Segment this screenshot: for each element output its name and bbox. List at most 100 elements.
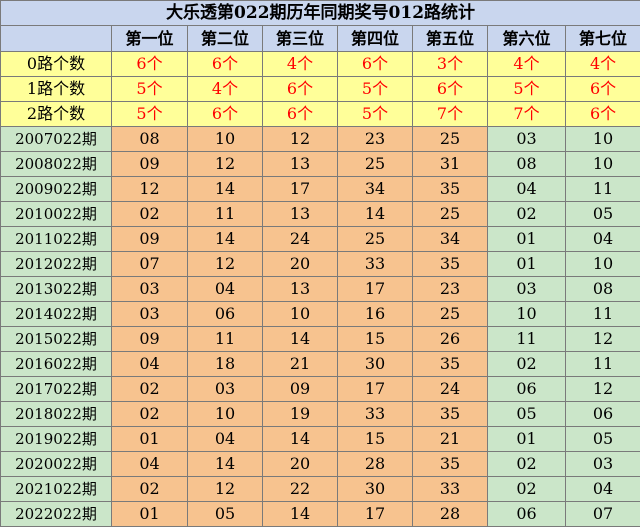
front-number-cell: 35: [413, 252, 488, 277]
front-number-cell: 15: [338, 327, 413, 352]
front-number-cell: 04: [188, 427, 263, 452]
stat-row-label: 1路个数: [1, 77, 112, 102]
column-header-3: 第三位: [263, 26, 338, 52]
stat-count-cell: 6个: [263, 77, 338, 102]
front-number-cell: 09: [112, 227, 188, 252]
front-number-cell: 33: [413, 477, 488, 502]
back-number-cell: 01: [488, 427, 566, 452]
front-number-cell: 03: [188, 377, 263, 402]
front-number-cell: 02: [112, 377, 188, 402]
column-header-2: 第二位: [188, 26, 263, 52]
front-number-cell: 01: [112, 427, 188, 452]
issue-label-cell: 2020022期: [1, 452, 112, 477]
table-row: 2009022期12141734350411: [1, 177, 640, 202]
back-number-cell: 11: [566, 352, 640, 377]
back-number-cell: 02: [488, 202, 566, 227]
front-number-cell: 20: [263, 252, 338, 277]
front-number-cell: 14: [338, 202, 413, 227]
front-number-cell: 02: [112, 477, 188, 502]
back-number-cell: 11: [566, 302, 640, 327]
back-number-cell: 02: [488, 477, 566, 502]
front-number-cell: 25: [413, 302, 488, 327]
front-number-cell: 02: [112, 202, 188, 227]
table-row: 2010022期02111314250205: [1, 202, 640, 227]
front-number-cell: 09: [112, 152, 188, 177]
front-number-cell: 12: [188, 477, 263, 502]
table-row: 2021022期02122230330204: [1, 477, 640, 502]
stat-count-cell: 4个: [188, 77, 263, 102]
back-number-cell: 11: [566, 177, 640, 202]
issue-label-cell: 2007022期: [1, 127, 112, 152]
column-header-row: 第一位第二位第三位第四位第五位第六位第七位: [1, 26, 640, 52]
stat-count-cell: 6个: [188, 102, 263, 127]
front-number-cell: 25: [413, 202, 488, 227]
front-number-cell: 11: [188, 327, 263, 352]
table-row: 2015022期09111415261112: [1, 327, 640, 352]
table-row: 2018022期02101933350506: [1, 402, 640, 427]
front-number-cell: 10: [263, 302, 338, 327]
column-header-5: 第五位: [413, 26, 488, 52]
table-row: 2017022期02030917240612: [1, 377, 640, 402]
stat-row: 2路个数5个6个6个5个7个7个6个: [1, 102, 640, 127]
front-number-cell: 35: [413, 452, 488, 477]
stat-row: 1路个数5个4个6个5个6个5个6个: [1, 77, 640, 102]
front-number-cell: 13: [263, 202, 338, 227]
front-number-cell: 34: [413, 227, 488, 252]
front-number-cell: 12: [188, 252, 263, 277]
issue-label-cell: 2018022期: [1, 402, 112, 427]
front-number-cell: 30: [338, 477, 413, 502]
lottery-stats-table: 大乐透第022期历年同期奖号012路统计 第一位第二位第三位第四位第五位第六位第…: [0, 0, 640, 527]
front-number-cell: 17: [338, 277, 413, 302]
front-number-cell: 17: [338, 377, 413, 402]
front-number-cell: 31: [413, 152, 488, 177]
front-number-cell: 10: [188, 402, 263, 427]
front-number-cell: 09: [263, 377, 338, 402]
front-number-cell: 33: [338, 402, 413, 427]
front-number-cell: 14: [263, 427, 338, 452]
column-header-4: 第四位: [338, 26, 413, 52]
stat-count-cell: 6个: [566, 77, 640, 102]
front-number-cell: 10: [188, 127, 263, 152]
table-row: 2008022期09121325310810: [1, 152, 640, 177]
back-number-cell: 08: [488, 152, 566, 177]
back-number-cell: 05: [566, 427, 640, 452]
back-number-cell: 03: [566, 452, 640, 477]
front-number-cell: 18: [188, 352, 263, 377]
table-row: 2011022期09142425340104: [1, 227, 640, 252]
back-number-cell: 12: [566, 377, 640, 402]
stat-count-cell: 6个: [112, 52, 188, 77]
stat-row-label: 2路个数: [1, 102, 112, 127]
front-number-cell: 09: [112, 327, 188, 352]
table-title: 大乐透第022期历年同期奖号012路统计: [1, 1, 640, 26]
back-number-cell: 03: [488, 127, 566, 152]
issue-label-cell: 2013022期: [1, 277, 112, 302]
back-number-cell: 04: [566, 477, 640, 502]
column-header-1: 第一位: [112, 26, 188, 52]
front-number-cell: 14: [188, 177, 263, 202]
front-number-cell: 24: [263, 227, 338, 252]
stat-count-cell: 7个: [413, 102, 488, 127]
back-number-cell: 03: [488, 277, 566, 302]
table-row: 2020022期04142028350203: [1, 452, 640, 477]
issue-label-cell: 2009022期: [1, 177, 112, 202]
front-number-cell: 17: [338, 502, 413, 527]
front-number-cell: 06: [188, 302, 263, 327]
table-row: 2022022期01051417280607: [1, 502, 640, 527]
back-number-cell: 06: [488, 377, 566, 402]
table-row: 2012022期07122033350110: [1, 252, 640, 277]
stat-count-cell: 6个: [263, 102, 338, 127]
table-row: 2007022期08101223250310: [1, 127, 640, 152]
stat-count-cell: 6个: [413, 77, 488, 102]
stat-count-cell: 4个: [263, 52, 338, 77]
front-number-cell: 05: [188, 502, 263, 527]
stat-count-cell: 7个: [488, 102, 566, 127]
stat-count-cell: 5个: [338, 102, 413, 127]
front-number-cell: 26: [413, 327, 488, 352]
back-number-cell: 04: [566, 227, 640, 252]
column-header-6: 第六位: [488, 26, 566, 52]
front-number-cell: 17: [263, 177, 338, 202]
stat-row-label: 0路个数: [1, 52, 112, 77]
front-number-cell: 03: [112, 302, 188, 327]
front-number-cell: 20: [263, 452, 338, 477]
back-number-cell: 06: [566, 402, 640, 427]
